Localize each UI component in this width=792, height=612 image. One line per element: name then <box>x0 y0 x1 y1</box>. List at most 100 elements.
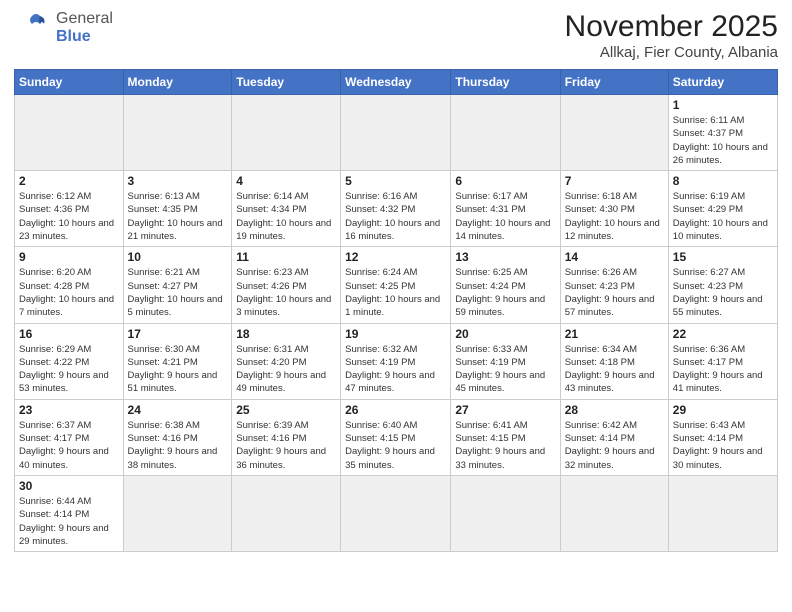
col-header-wednesday: Wednesday <box>341 70 451 95</box>
day-info: Sunrise: 6:40 AM Sunset: 4:15 PM Dayligh… <box>345 419 446 472</box>
day-info: Sunrise: 6:42 AM Sunset: 4:14 PM Dayligh… <box>565 419 664 472</box>
calendar-body: 1 Sunrise: 6:11 AM Sunset: 4:37 PM Daylig… <box>15 95 778 552</box>
col-header-saturday: Saturday <box>668 70 777 95</box>
calendar-cell: 30 Sunrise: 6:44 AM Sunset: 4:14 PM Dayli… <box>15 475 124 551</box>
calendar-cell: 20Sunrise: 6:33 AM Sunset: 4:19 PM Dayli… <box>451 323 560 399</box>
day-info: Sunrise: 6:39 AM Sunset: 4:16 PM Dayligh… <box>236 419 336 472</box>
day-info: Sunrise: 6:11 AM Sunset: 4:37 PM Dayligh… <box>673 114 773 167</box>
calendar-cell: 12 Sunrise: 6:24 AM Sunset: 4:25 PM Dayli… <box>341 247 451 323</box>
day-number: 13 <box>455 250 555 264</box>
calendar-week-row: 16 Sunrise: 6:29 AM Sunset: 4:22 PM Dayli… <box>15 323 778 399</box>
day-number: 26 <box>345 403 446 417</box>
calendar-cell: 25Sunrise: 6:39 AM Sunset: 4:16 PM Dayli… <box>232 399 341 475</box>
col-header-monday: Monday <box>123 70 232 95</box>
calendar-cell: 16 Sunrise: 6:29 AM Sunset: 4:22 PM Dayli… <box>15 323 124 399</box>
calendar-cell: 27Sunrise: 6:41 AM Sunset: 4:15 PM Dayli… <box>451 399 560 475</box>
day-number: 24 <box>128 403 228 417</box>
day-info: Sunrise: 6:19 AM Sunset: 4:29 PM Dayligh… <box>673 190 773 243</box>
col-header-tuesday: Tuesday <box>232 70 341 95</box>
day-info: Sunrise: 6:32 AM Sunset: 4:19 PM Dayligh… <box>345 343 446 396</box>
logo-bird-icon <box>14 12 54 44</box>
calendar-cell <box>451 95 560 171</box>
calendar-cell <box>123 475 232 551</box>
calendar-title: November 2025 <box>565 10 778 44</box>
col-header-sunday: Sunday <box>15 70 124 95</box>
day-number: 7 <box>565 174 664 188</box>
day-number: 29 <box>673 403 773 417</box>
day-info: Sunrise: 6:31 AM Sunset: 4:20 PM Dayligh… <box>236 343 336 396</box>
day-info: Sunrise: 6:24 AM Sunset: 4:25 PM Dayligh… <box>345 266 446 319</box>
col-header-friday: Friday <box>560 70 668 95</box>
day-info: Sunrise: 6:27 AM Sunset: 4:23 PM Dayligh… <box>673 266 773 319</box>
calendar-header: SundayMondayTuesdayWednesdayThursdayFrid… <box>15 70 778 95</box>
day-number: 19 <box>345 327 446 341</box>
day-info: Sunrise: 6:14 AM Sunset: 4:34 PM Dayligh… <box>236 190 336 243</box>
calendar-cell: 26 Sunrise: 6:40 AM Sunset: 4:15 PM Dayli… <box>341 399 451 475</box>
page: General Blue November 2025 Allkaj, Fier … <box>0 0 792 612</box>
day-number: 16 <box>19 327 119 341</box>
title-block: November 2025 Allkaj, Fier County, Alban… <box>565 10 778 61</box>
calendar-cell: 17 Sunrise: 6:30 AM Sunset: 4:21 PM Dayli… <box>123 323 232 399</box>
calendar-table: SundayMondayTuesdayWednesdayThursdayFrid… <box>14 69 778 552</box>
calendar-cell: 18 Sunrise: 6:31 AM Sunset: 4:20 PM Dayli… <box>232 323 341 399</box>
calendar-cell <box>451 475 560 551</box>
calendar-cell: 14 Sunrise: 6:26 AM Sunset: 4:23 PM Dayli… <box>560 247 668 323</box>
calendar-cell: 23 Sunrise: 6:37 AM Sunset: 4:17 PM Dayli… <box>15 399 124 475</box>
calendar-cell <box>341 475 451 551</box>
day-info: Sunrise: 6:34 AM Sunset: 4:18 PM Dayligh… <box>565 343 664 396</box>
day-info: Sunrise: 6:44 AM Sunset: 4:14 PM Dayligh… <box>19 495 119 548</box>
calendar-week-row: 9 Sunrise: 6:20 AM Sunset: 4:28 PM Daylig… <box>15 247 778 323</box>
calendar-cell <box>232 475 341 551</box>
day-info: Sunrise: 6:18 AM Sunset: 4:30 PM Dayligh… <box>565 190 664 243</box>
day-number: 8 <box>673 174 773 188</box>
calendar-cell <box>232 95 341 171</box>
day-info: Sunrise: 6:30 AM Sunset: 4:21 PM Dayligh… <box>128 343 228 396</box>
header: General Blue November 2025 Allkaj, Fier … <box>14 10 778 61</box>
calendar-subtitle: Allkaj, Fier County, Albania <box>565 44 778 61</box>
calendar-cell: 19 Sunrise: 6:32 AM Sunset: 4:19 PM Dayli… <box>341 323 451 399</box>
logo-general-text: General <box>56 10 113 28</box>
day-number: 10 <box>128 250 228 264</box>
day-number: 17 <box>128 327 228 341</box>
calendar-cell: 1 Sunrise: 6:11 AM Sunset: 4:37 PM Daylig… <box>668 95 777 171</box>
calendar-cell <box>560 95 668 171</box>
day-info: Sunrise: 6:21 AM Sunset: 4:27 PM Dayligh… <box>128 266 228 319</box>
calendar-cell <box>123 95 232 171</box>
day-info: Sunrise: 6:43 AM Sunset: 4:14 PM Dayligh… <box>673 419 773 472</box>
calendar-cell: 5Sunrise: 6:16 AM Sunset: 4:32 PM Daylig… <box>341 171 451 247</box>
calendar-cell: 29 Sunrise: 6:43 AM Sunset: 4:14 PM Dayli… <box>668 399 777 475</box>
day-info: Sunrise: 6:33 AM Sunset: 4:19 PM Dayligh… <box>455 343 555 396</box>
day-number: 14 <box>565 250 664 264</box>
calendar-cell: 6Sunrise: 6:17 AM Sunset: 4:31 PM Daylig… <box>451 171 560 247</box>
calendar-cell: 24Sunrise: 6:38 AM Sunset: 4:16 PM Dayli… <box>123 399 232 475</box>
calendar-cell: 4Sunrise: 6:14 AM Sunset: 4:34 PM Daylig… <box>232 171 341 247</box>
day-number: 11 <box>236 250 336 264</box>
day-info: Sunrise: 6:29 AM Sunset: 4:22 PM Dayligh… <box>19 343 119 396</box>
day-info: Sunrise: 6:12 AM Sunset: 4:36 PM Dayligh… <box>19 190 119 243</box>
day-number: 9 <box>19 250 119 264</box>
day-info: Sunrise: 6:20 AM Sunset: 4:28 PM Dayligh… <box>19 266 119 319</box>
day-number: 15 <box>673 250 773 264</box>
day-info: Sunrise: 6:13 AM Sunset: 4:35 PM Dayligh… <box>128 190 228 243</box>
calendar-cell: 9 Sunrise: 6:20 AM Sunset: 4:28 PM Daylig… <box>15 247 124 323</box>
day-number: 5 <box>345 174 446 188</box>
day-info: Sunrise: 6:37 AM Sunset: 4:17 PM Dayligh… <box>19 419 119 472</box>
calendar-cell: 21 Sunrise: 6:34 AM Sunset: 4:18 PM Dayli… <box>560 323 668 399</box>
calendar-cell: 15 Sunrise: 6:27 AM Sunset: 4:23 PM Dayli… <box>668 247 777 323</box>
day-number: 12 <box>345 250 446 264</box>
calendar-cell <box>15 95 124 171</box>
logo-blue-text: Blue <box>56 28 113 46</box>
calendar-cell <box>341 95 451 171</box>
day-number: 1 <box>673 98 773 112</box>
calendar-cell <box>668 475 777 551</box>
day-number: 22 <box>673 327 773 341</box>
day-number: 23 <box>19 403 119 417</box>
day-number: 18 <box>236 327 336 341</box>
calendar-cell <box>560 475 668 551</box>
day-info: Sunrise: 6:26 AM Sunset: 4:23 PM Dayligh… <box>565 266 664 319</box>
day-number: 30 <box>19 479 119 493</box>
calendar-cell: 7 Sunrise: 6:18 AM Sunset: 4:30 PM Daylig… <box>560 171 668 247</box>
day-number: 21 <box>565 327 664 341</box>
day-number: 27 <box>455 403 555 417</box>
calendar-week-row: 1 Sunrise: 6:11 AM Sunset: 4:37 PM Daylig… <box>15 95 778 171</box>
